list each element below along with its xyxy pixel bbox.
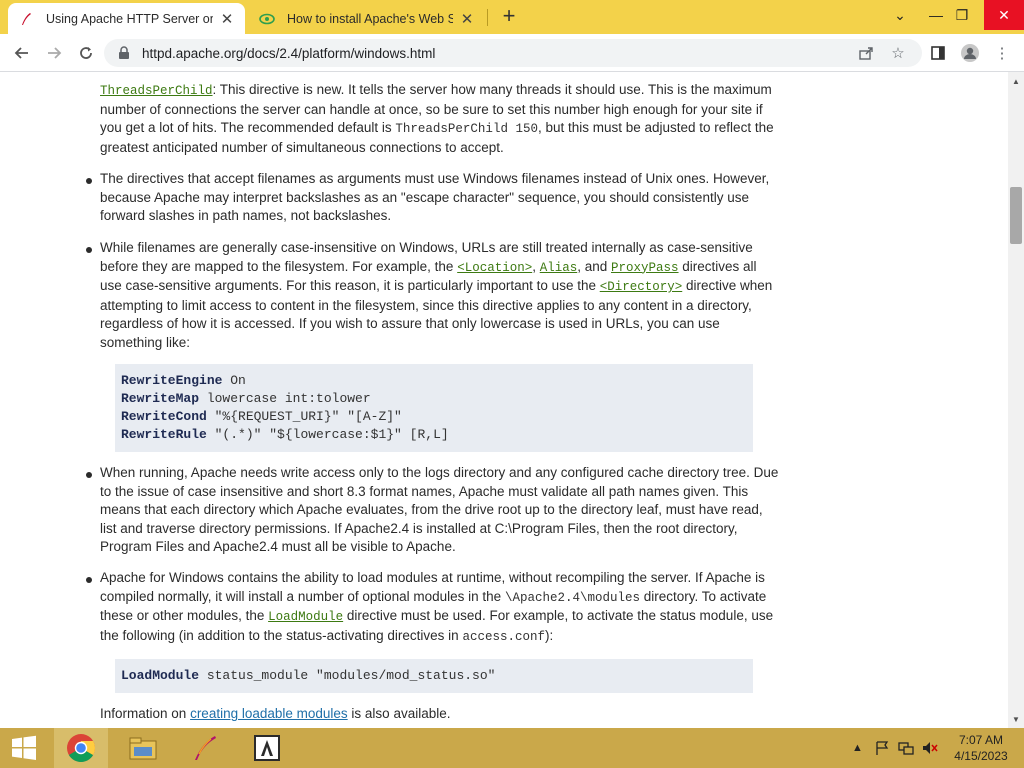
code-line: LoadModule status_module "modules/mod_st…: [121, 668, 496, 683]
close-tab-icon[interactable]: ✕: [459, 11, 475, 28]
bullet: [86, 247, 92, 253]
location-link[interactable]: <Location>: [457, 261, 532, 275]
share-icon[interactable]: [854, 41, 878, 65]
lock-icon[interactable]: [118, 46, 132, 60]
close-tab-icon[interactable]: ✕: [219, 11, 235, 28]
code-block-loadmodule: LoadModule status_module "modules/mod_st…: [115, 659, 753, 693]
tab-install-apache[interactable]: How to install Apache's Web Ser ✕: [249, 3, 485, 34]
scroll-down-icon[interactable]: ▼: [1008, 712, 1024, 726]
url-text: httpd.apache.org/docs/2.4/platform/windo…: [142, 45, 436, 61]
directory-link[interactable]: <Directory>: [600, 280, 683, 294]
restore-button[interactable]: ❐: [946, 0, 978, 30]
action-center-flag-icon[interactable]: [874, 728, 890, 768]
forward-icon[interactable]: [42, 41, 66, 65]
tab-apache-windows[interactable]: Using Apache HTTP Server on M ✕: [8, 3, 245, 34]
apache-feather-icon[interactable]: [178, 728, 232, 768]
creating-loadable-modules-link[interactable]: creating loadable modules: [190, 706, 348, 721]
reload-icon[interactable]: [74, 41, 98, 65]
eye-icon: [259, 11, 275, 27]
file-explorer-icon[interactable]: [116, 728, 170, 768]
windows-taskbar: ▲ 7:07 AM 4/15/2023: [0, 728, 1024, 768]
volume-muted-icon[interactable]: [922, 728, 938, 768]
paragraph-write-access: When running, Apache needs write access …: [100, 465, 779, 555]
scrollbar-thumb[interactable]: [1010, 187, 1022, 244]
chrome-icon[interactable]: [54, 728, 108, 768]
code-line: RewriteRule "(.*)" "${lowercase:$1}" [R,…: [121, 427, 449, 442]
page-content: ThreadsPerChild: This directive is new. …: [0, 72, 1008, 728]
paragraph-modules: Apache for Windows contains the ability …: [100, 570, 774, 644]
bullet: [86, 577, 92, 583]
side-panel-icon[interactable]: [926, 41, 950, 65]
windows-start-icon[interactable]: [0, 728, 48, 768]
profile-avatar-icon[interactable]: [958, 41, 982, 65]
tab-separator: [487, 9, 488, 26]
proxypass-link[interactable]: ProxyPass: [611, 261, 679, 275]
tab-strip: Using Apache HTTP Server on M ✕ How to i…: [0, 0, 1024, 34]
bullet: [86, 178, 92, 184]
network-icon[interactable]: [898, 728, 914, 768]
bullet: [86, 472, 92, 478]
clock-time: 7:07 AM: [958, 733, 1004, 747]
clock-date: 4/15/2023: [954, 749, 1008, 763]
paragraph-filenames: The directives that accept filenames as …: [100, 171, 770, 224]
code-line: RewriteMap lowercase int:tolower: [121, 391, 371, 406]
back-icon[interactable]: [10, 41, 34, 65]
show-hidden-icons-icon[interactable]: ▲: [852, 728, 863, 768]
bookmark-star-icon[interactable]: ☆: [886, 41, 910, 65]
scroll-up-icon[interactable]: ▲: [1008, 74, 1024, 88]
tab-title: How to install Apache's Web Ser: [287, 11, 453, 26]
tab-title: Using Apache HTTP Server on M: [46, 11, 213, 26]
loadmodule-link[interactable]: LoadModule: [268, 610, 343, 624]
new-tab-button[interactable]: +: [498, 3, 520, 28]
tab-search-icon[interactable]: ⌄: [884, 0, 916, 30]
system-clock[interactable]: 7:07 AM 4/15/2023: [946, 732, 1016, 764]
address-bar[interactable]: httpd.apache.org/docs/2.4/platform/windo…: [104, 39, 922, 67]
menu-kebab-icon[interactable]: ⋮: [990, 41, 1014, 65]
vertical-scrollbar[interactable]: ▲ ▼: [1008, 72, 1024, 728]
apache-feather-icon: [18, 11, 34, 27]
paragraph-loadable-modules: Information on creating loadable modules…: [100, 706, 451, 721]
code-block-rewrite: RewriteEngine On RewriteMap lowercase in…: [115, 364, 753, 452]
paragraph-case-sensitivity: While filenames are generally case-insen…: [100, 240, 773, 350]
adobe-icon[interactable]: [240, 728, 294, 768]
code-line: RewriteEngine On: [121, 373, 246, 388]
code-line: RewriteCond "%{REQUEST_URI}" "[A-Z]": [121, 409, 402, 424]
browser-toolbar: httpd.apache.org/docs/2.4/platform/windo…: [0, 34, 1024, 72]
alias-link[interactable]: Alias: [540, 261, 578, 275]
threadsperchild-link[interactable]: ThreadsPerChild: [100, 84, 213, 98]
close-window-button[interactable]: ✕: [984, 0, 1024, 30]
paragraph-threads: ThreadsPerChild: This directive is new. …: [100, 82, 774, 155]
